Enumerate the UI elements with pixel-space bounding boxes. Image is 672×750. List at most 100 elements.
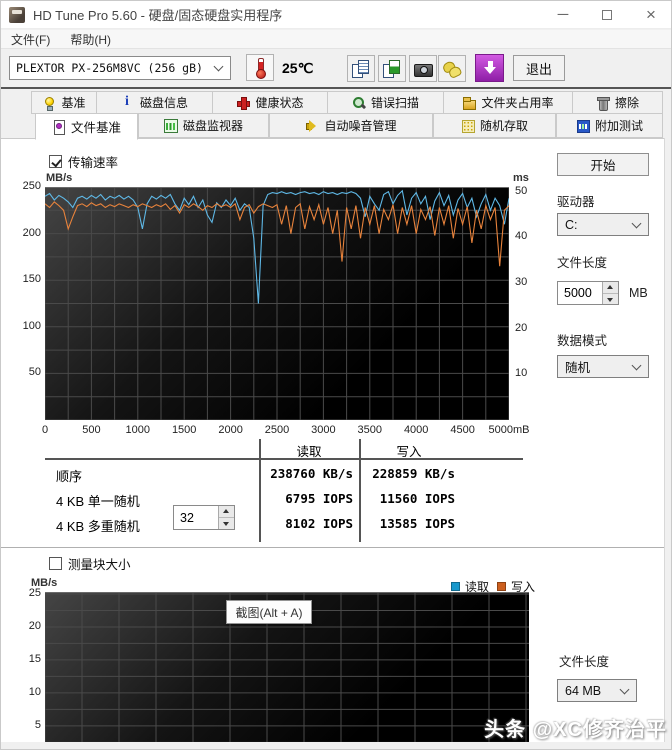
window-title: HD Tune Pro 5.60 - 硬盘/固态硬盘实用程序 xyxy=(33,8,283,23)
info-icon xyxy=(121,94,135,110)
axis-tick: 50 xyxy=(28,366,41,379)
tab-label: 附加测试 xyxy=(594,119,643,133)
block-size-checkbox-row: 测量块大小 xyxy=(49,554,131,573)
spinner-up-icon[interactable] xyxy=(219,506,234,518)
hd-tune-window: HD Tune Pro 5.60 - 硬盘/固态硬盘实用程序 ─ × 文件(F)… xyxy=(0,0,672,750)
axis-tick: 500 xyxy=(82,424,101,436)
temperature-button[interactable] xyxy=(246,54,274,81)
drive-dropdown-value: PLEXTOR PX-256M8VC (256 gB) xyxy=(16,61,203,75)
tab-label: 随机存取 xyxy=(479,119,528,133)
data-mode-value: 随机 xyxy=(565,361,591,375)
bottom-edge-strip xyxy=(1,742,671,749)
toolbar: PLEXTOR PX-256M8VC (256 gB) 25℃ 退出 xyxy=(1,49,671,87)
axis-tick: 50 xyxy=(515,184,528,197)
minimize-icon[interactable]: ─ xyxy=(541,1,585,29)
axis-tick: 1000 xyxy=(125,424,151,436)
tab-label: 基准 xyxy=(61,96,86,110)
start-button[interactable]: 开始 xyxy=(557,153,649,176)
temperature-value: 25℃ xyxy=(282,60,314,76)
menu-file[interactable]: 文件(F) xyxy=(1,31,60,48)
drive-select[interactable]: C: xyxy=(557,213,649,236)
transfer-rate-checkbox[interactable] xyxy=(49,155,62,168)
copy-text-button[interactable] xyxy=(347,55,375,82)
tab-file-benchmark[interactable]: 文件基准 xyxy=(35,113,138,140)
axis-tick: 30 xyxy=(515,275,528,288)
file-length-unit: MB xyxy=(629,286,648,300)
window-controls: ─ × xyxy=(541,1,671,29)
tab-label: 自动噪音管理 xyxy=(324,119,397,133)
update-button[interactable] xyxy=(475,54,504,82)
tab-label: 文件基准 xyxy=(70,121,121,135)
row-sequential-label: 顺序 xyxy=(56,469,83,484)
tab-folder-usage[interactable]: 文件夹占用率 xyxy=(443,91,573,114)
copy-image-icon xyxy=(381,58,403,80)
spinner-up-icon[interactable] xyxy=(603,282,618,294)
tab-aam[interactable]: 自动噪音管理 xyxy=(269,113,433,138)
health-cross-icon xyxy=(236,96,251,110)
chevron-down-icon xyxy=(631,218,642,228)
spinner-down-icon[interactable] xyxy=(603,293,618,304)
axis-tick: 3000 xyxy=(311,424,336,436)
screenshot-hint-tooltip[interactable]: 截图(Alt + A) xyxy=(226,600,312,624)
close-icon[interactable]: × xyxy=(629,1,671,29)
maximize-icon[interactable] xyxy=(585,1,629,29)
axis-tick: 4500 xyxy=(450,424,475,436)
tab-disk-info[interactable]: 磁盘信息 xyxy=(96,91,213,114)
transfer-rate-label: 传输速率 xyxy=(68,156,119,170)
axis-tick: 3500 xyxy=(357,424,383,436)
tab-disk-monitor[interactable]: 磁盘监视器 xyxy=(138,113,269,138)
menu-bar: 文件(F) 帮助(H) xyxy=(1,30,671,49)
axis-tick: 2000 xyxy=(218,424,243,436)
tab-health[interactable]: 健康状态 xyxy=(212,91,328,114)
queue-depth-spinner[interactable]: 32 xyxy=(173,505,235,530)
table-header-rule xyxy=(45,458,523,460)
file-length-spinner[interactable]: 5000 xyxy=(557,281,619,305)
extra-tests-icon xyxy=(576,119,590,133)
drive-dropdown[interactable]: PLEXTOR PX-256M8VC (256 gB) xyxy=(9,56,231,80)
tab-error-scan[interactable]: 错误扫描 xyxy=(327,91,444,114)
sequential-write-value: 228859 KB/s xyxy=(372,466,455,481)
tab-bar: 基准 磁盘信息 健康状态 错误扫描 文件夹占用率 擦除 文件基准 磁盘监视器 自… xyxy=(1,89,671,140)
axis-tick: 4000 xyxy=(403,424,429,436)
axis-tick: 15 xyxy=(28,652,41,665)
read-legend-swatch xyxy=(451,582,460,591)
file-benchmark-icon xyxy=(52,119,66,135)
tab-erase[interactable]: 擦除 xyxy=(572,91,663,114)
tab-extra-tests[interactable]: 附加测试 xyxy=(556,113,663,138)
watermark: 头条 @XC修齐治平 xyxy=(484,719,667,741)
row-4k-single-label: 4 KB 单一随机 xyxy=(56,494,140,509)
file-length2-select[interactable]: 64 MB xyxy=(557,679,637,702)
axis-tick: 200 xyxy=(22,226,41,239)
file-length-value: 5000 xyxy=(558,282,602,304)
section-divider xyxy=(1,547,664,548)
folder-icon xyxy=(462,96,477,110)
tab-label: 错误扫描 xyxy=(370,96,419,110)
axis-tick: 1500 xyxy=(171,424,197,436)
chevron-down-icon xyxy=(213,61,224,72)
donate-button[interactable] xyxy=(438,55,466,82)
tab-benchmark[interactable]: 基准 xyxy=(31,91,97,114)
app-icon xyxy=(9,6,25,23)
axis-tick: 0 xyxy=(41,424,49,436)
copy-image-button[interactable] xyxy=(378,55,406,82)
screenshot-button[interactable] xyxy=(409,55,437,82)
copy-text-icon xyxy=(350,58,372,80)
tab-random-access[interactable]: 随机存取 xyxy=(433,113,556,138)
queue-depth-value: 32 xyxy=(174,506,218,529)
axis-tick: 25 xyxy=(28,586,41,599)
transfer-rate-checkbox-row: 传输速率 xyxy=(49,152,118,171)
axis-tick: 40 xyxy=(515,230,528,243)
bulb-icon xyxy=(42,96,56,111)
4k-single-write-value: 11560 IOPS xyxy=(379,491,455,506)
file-benchmark-panel: 传输速率 MB/s ms 250 200 150 100 50 50 40 30 20 10 0… xyxy=(1,138,664,743)
data-mode-select[interactable]: 随机 xyxy=(557,355,649,378)
chevron-down-icon xyxy=(631,360,642,370)
title-bar: HD Tune Pro 5.60 - 硬盘/固态硬盘实用程序 ─ × xyxy=(1,1,671,29)
right-edge-strip xyxy=(664,138,671,749)
block-size-checkbox[interactable] xyxy=(49,557,62,570)
spinner-down-icon[interactable] xyxy=(219,518,234,529)
exit-button[interactable]: 退出 xyxy=(513,55,565,81)
axis-tick: 20 xyxy=(28,619,41,632)
tab-label: 磁盘监视器 xyxy=(182,119,243,133)
menu-help[interactable]: 帮助(H) xyxy=(60,31,121,48)
